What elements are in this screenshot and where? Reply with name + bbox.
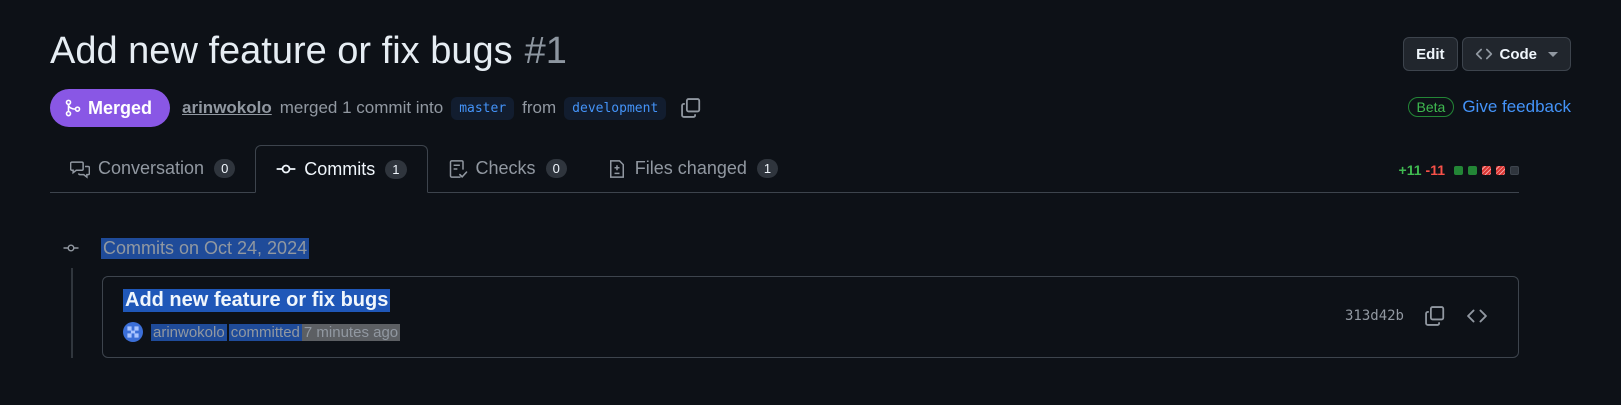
code-button-label: Code xyxy=(1499,45,1538,63)
copy-branch-button[interactable] xyxy=(680,97,702,119)
copy-icon xyxy=(1425,306,1445,326)
status-badge-label: Merged xyxy=(88,97,153,118)
diffstat-box-deleted xyxy=(1482,165,1491,175)
avatar[interactable] xyxy=(123,322,143,342)
browse-code-button[interactable] xyxy=(1466,305,1488,327)
timeline-line xyxy=(71,268,73,358)
tab-conversation[interactable]: Conversation 0 xyxy=(50,145,255,192)
pull-request-page: Add new feature or fix bugs #1 Edit Code… xyxy=(0,0,1621,405)
code-button[interactable]: Code xyxy=(1461,37,1571,71)
tab-commits[interactable]: Commits 1 xyxy=(255,145,428,193)
tab-files-changed-count: 1 xyxy=(756,159,779,178)
feedback-area: Beta Give feedback xyxy=(1407,97,1571,117)
commit-meta: arinwokolo committed 7 minutes ago xyxy=(123,322,401,342)
copy-sha-button[interactable] xyxy=(1424,305,1446,327)
page-title: Add new feature or fix bugs xyxy=(50,30,513,72)
comment-discussion-icon xyxy=(70,160,90,179)
diffstat-box-neutral xyxy=(1510,165,1519,175)
commit-sha-link[interactable]: 313d42b xyxy=(1345,308,1404,324)
title-row: Add new feature or fix bugs #1 xyxy=(50,30,567,73)
commit-time: 7 minutes ago xyxy=(301,323,401,341)
copy-icon xyxy=(681,98,701,118)
author-link[interactable]: arinwokolo xyxy=(182,98,272,118)
commit-verb: committed xyxy=(228,323,302,341)
tab-files-changed[interactable]: Files changed 1 xyxy=(587,145,798,192)
diffstat-box-deleted xyxy=(1496,165,1505,175)
edit-button-label: Edit xyxy=(1416,45,1445,63)
head-branch[interactable]: development xyxy=(564,96,667,120)
identicon-icon xyxy=(127,326,139,338)
diff-deletions: -11 xyxy=(1425,162,1445,178)
base-branch[interactable]: master xyxy=(451,96,515,120)
tab-commits-label: Commits xyxy=(304,158,376,179)
commits-date-heading: Commits on Oct 24, 2024 xyxy=(101,238,310,259)
give-feedback-link[interactable]: Give feedback xyxy=(1462,97,1571,117)
edit-button[interactable]: Edit xyxy=(1403,37,1458,71)
diffstat: +11 -11 xyxy=(1399,162,1519,178)
pr-number: #1 xyxy=(524,30,567,72)
tab-conversation-count: 0 xyxy=(214,159,236,178)
tab-checks-count: 0 xyxy=(545,159,567,178)
merge-action-text: merged 1 commit into xyxy=(279,98,444,117)
commit-author-link[interactable]: arinwokolo xyxy=(151,323,227,341)
from-text: from xyxy=(522,98,557,117)
beta-badge: Beta xyxy=(1407,97,1455,117)
code-icon xyxy=(1475,48,1492,60)
git-commit-icon xyxy=(276,164,296,174)
git-commit-icon xyxy=(63,244,79,252)
commit-actions: 313d42b xyxy=(1345,305,1488,327)
file-diff-icon xyxy=(609,159,624,178)
diffstat-box-added xyxy=(1454,165,1463,175)
commit-card: Add new feature or fix bugs arinwokolo c… xyxy=(102,276,1519,358)
pr-tabs: Conversation 0 Commits 1 Checks 0 Files … xyxy=(50,145,1519,193)
header-actions: Edit Code xyxy=(1403,37,1571,71)
status-badge: Merged xyxy=(50,89,171,127)
checklist-icon xyxy=(449,159,467,178)
diff-additions: +11 xyxy=(1398,162,1422,178)
diffstat-box-added xyxy=(1468,165,1477,175)
git-merge-icon xyxy=(65,99,81,117)
code-icon xyxy=(1467,309,1487,323)
tab-checks-label: Checks xyxy=(475,158,536,178)
tab-files-changed-label: Files changed xyxy=(634,158,747,178)
tab-conversation-label: Conversation xyxy=(98,158,205,178)
commit-title-link[interactable]: Add new feature or fix bugs xyxy=(123,289,391,312)
tab-commits-count: 1 xyxy=(385,159,407,179)
tab-checks[interactable]: Checks 0 xyxy=(428,145,587,192)
chevron-down-icon xyxy=(1548,51,1558,57)
pr-meta: Merged arinwokolo merged 1 commit into m… xyxy=(50,89,702,127)
